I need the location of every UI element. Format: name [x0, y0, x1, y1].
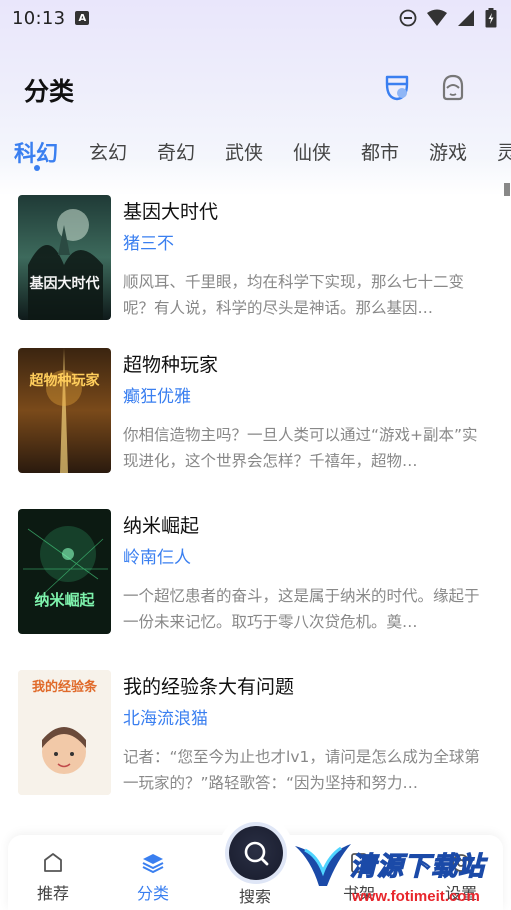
book-item[interactable]: 基因大时代 基因大时代 猪三不 顺风耳、千里眼，均在科学下实现，那么七十二变呢？… [0, 195, 511, 335]
tab-wuxia[interactable]: 武侠 [225, 138, 263, 165]
battery-icon [485, 8, 497, 28]
search-icon [244, 841, 269, 866]
book-item[interactable]: 超物种玩家 超物种玩家 癫狂优雅 你相信造物主吗？一旦人类可以通过“游戏+副本”… [0, 348, 511, 488]
category-tabs: 科幻 玄幻 奇幻 武侠 仙侠 都市 游戏 灵 [0, 128, 511, 176]
book-description: 一个超忆患者的奋斗，这是属于纳米的时代。缘起于一份未来记忆。取巧于零八次贷危机。… [123, 587, 480, 631]
book-description: 你相信造物主吗？一旦人类可以通过“游戏+副本”实现进化，这个世界会怎样？千禧年，… [123, 426, 478, 470]
cover-title: 纳米崛起 [34, 591, 95, 609]
tab-xuanhuan[interactable]: 玄幻 [89, 138, 127, 165]
nav-label: 推荐 [36, 884, 69, 903]
signal-icon [458, 10, 474, 26]
watermark-text: 清源下载站 [349, 851, 486, 882]
home-icon [44, 853, 62, 872]
book-item[interactable]: 纳米崛起 纳米崛起 岭南仨人 一个超忆患者的奋斗，这是属于纳米的时代。缘起于一份… [0, 509, 511, 649]
nav-category[interactable]: 分类 [108, 835, 198, 905]
book-title: 超物种玩家 [123, 354, 219, 376]
tab-fantasy[interactable]: 奇幻 [157, 138, 195, 165]
book-description: 顺风耳、千里眼，均在科学下实现，那么七十二变呢？有人说，科学的尽头是神话。那么基… [123, 273, 465, 317]
dnd-icon [399, 9, 417, 27]
notification-icon: A [75, 11, 90, 25]
book-author[interactable]: 猪三不 [123, 229, 174, 254]
book-author[interactable]: 北海流浪猫 [123, 704, 208, 729]
book-title: 基因大时代 [123, 201, 219, 223]
wifi-icon [427, 9, 447, 26]
status-bar: 10:13 A [0, 0, 511, 36]
book-cover: 纳米崛起 [18, 509, 111, 634]
watermark-logo [295, 844, 351, 886]
book-cover: 我的经验条 [18, 670, 111, 795]
nav-label: 分类 [136, 884, 169, 903]
tab-urban[interactable]: 都市 [361, 138, 399, 165]
profile-face-icon[interactable] [438, 72, 468, 102]
nav-recommend[interactable]: 推荐 [8, 835, 98, 905]
book-cover: 超物种玩家 [18, 348, 111, 473]
tab-xianxia[interactable]: 仙侠 [293, 138, 331, 165]
cover-title: 我的经验条 [31, 680, 97, 695]
book-author[interactable]: 岭南仨人 [123, 543, 191, 568]
book-title: 我的经验条大有问题 [123, 676, 295, 698]
status-time: 10:13 [12, 7, 66, 29]
book-item[interactable]: 我的经验条 我的经验条大有问题 北海流浪猫 记者：“您至今为止也才lv1，请问是… [0, 670, 511, 810]
search-button[interactable] [229, 826, 283, 880]
book-author[interactable]: 癫狂优雅 [123, 382, 191, 407]
active-tab-indicator [34, 165, 40, 171]
page-title: 分类 [24, 77, 75, 106]
layers-icon [142, 854, 164, 874]
book-description: 记者：“您至今为止也才lv1，请问是怎么成为全球第一玩家的？”路轻歌答：“因为坚… [123, 748, 480, 792]
watermark-url: www.fotimeit.com [352, 888, 480, 905]
vip-icon[interactable] [382, 72, 412, 102]
book-cover: 基因大时代 [18, 195, 111, 320]
cover-title: 基因大时代 [29, 276, 100, 292]
tab-scifi[interactable]: 科幻 [14, 136, 58, 168]
tab-games[interactable]: 游戏 [429, 138, 467, 165]
book-title: 纳米崛起 [123, 515, 200, 537]
cover-title: 超物种玩家 [29, 373, 100, 389]
tab-more[interactable]: 灵 [497, 138, 511, 165]
